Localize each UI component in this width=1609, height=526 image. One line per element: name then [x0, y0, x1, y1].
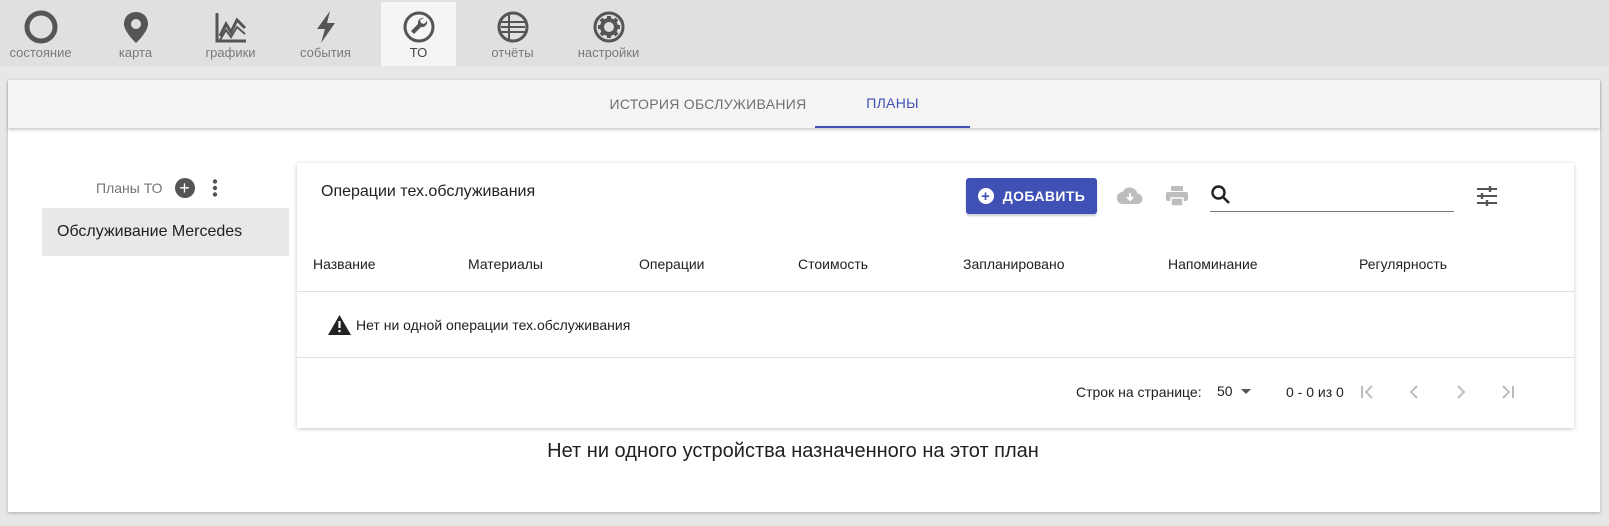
nav-tab-settings[interactable]: настройки — [568, 2, 649, 66]
first-page-icon — [1361, 385, 1373, 399]
no-devices-message: Нет ни одного устройства назначенного на… — [547, 440, 1039, 462]
nav-tab-events[interactable]: события — [285, 2, 366, 66]
plans-menu-button[interactable] — [203, 176, 227, 200]
chart-icon — [213, 9, 249, 45]
nav-tab-label: ТО — [409, 45, 428, 60]
chevron-left-icon — [1409, 385, 1418, 399]
pagination: Строк на странице: 50 0 - 0 из 0 — [297, 359, 1574, 428]
warning-icon — [328, 315, 351, 335]
prev-page-button[interactable] — [1401, 379, 1427, 405]
page-range: 0 - 0 из 0 — [1286, 384, 1344, 400]
rows-per-page-label: Строк на странице: — [1076, 384, 1202, 400]
nav-tab-maintenance[interactable]: ТО — [381, 2, 456, 66]
top-navigation: состояние карта графики события ТО отчёт… — [0, 0, 1609, 66]
operations-table-panel: Операции тех.обслуживания + ДОБАВИТЬ Наз… — [297, 163, 1574, 428]
add-plan-button[interactable]: + — [174, 178, 195, 198]
gear-icon — [591, 9, 627, 45]
print-icon — [1166, 186, 1188, 206]
wrench-icon — [401, 9, 437, 45]
add-button-label: ДОБАВИТЬ — [1002, 188, 1086, 204]
column-header-operations[interactable]: Операции — [639, 256, 705, 272]
first-page-button[interactable] — [1354, 379, 1380, 405]
plus-icon: + — [179, 178, 190, 198]
last-page-button[interactable] — [1495, 379, 1521, 405]
tune-icon — [1477, 186, 1497, 206]
search-icon — [1211, 184, 1230, 204]
nav-tab-label: настройки — [577, 45, 640, 60]
plan-item-mercedes[interactable]: Обслуживание Mercedes — [42, 208, 289, 256]
column-header-reminder[interactable]: Напоминание — [1168, 256, 1258, 272]
nav-tab-label: отчёты — [491, 45, 534, 60]
nav-tab-label: состояние — [9, 45, 72, 60]
nav-tab-charts[interactable]: графики — [190, 2, 271, 66]
report-icon — [495, 9, 531, 45]
nav-tab-reports[interactable]: отчёты — [472, 2, 553, 66]
nav-tab-label: события — [300, 45, 351, 60]
rows-per-page-select[interactable]: 50 — [1217, 383, 1251, 399]
main-card: ИСТОРИЯ ОБСЛУЖИВАНИЯ ПЛАНЫ Планы ТО + Об… — [8, 80, 1600, 512]
column-header-cost[interactable]: Стоимость — [798, 256, 868, 272]
add-circle-icon: + — [977, 188, 994, 204]
search-box — [1210, 178, 1454, 212]
column-header-name[interactable]: Название — [313, 256, 376, 272]
nav-tab-label: карта — [118, 45, 153, 60]
add-operation-button[interactable]: + ДОБАВИТЬ — [966, 178, 1097, 214]
cloud-download-icon — [1117, 187, 1143, 205]
nav-tab-label: графики — [205, 45, 256, 60]
lightning-icon — [308, 9, 344, 45]
tab-plans[interactable]: ПЛАНЫ — [815, 80, 970, 128]
nav-tab-status[interactable]: состояние — [0, 2, 81, 66]
download-button[interactable] — [1117, 183, 1143, 209]
more-vert-icon — [212, 179, 217, 197]
empty-message: Нет ни одной операции тех.обслуживания — [356, 317, 631, 333]
dropdown-arrow-icon — [1240, 388, 1251, 394]
column-settings-button[interactable] — [1474, 183, 1500, 209]
map-pin-icon — [118, 9, 154, 45]
tab-service-history[interactable]: ИСТОРИЯ ОБСЛУЖИВАНИЯ — [599, 80, 817, 128]
column-header-regularity[interactable]: Регулярность — [1359, 256, 1447, 272]
column-header-materials[interactable]: Материалы — [468, 256, 543, 272]
table-title: Операции тех.обслуживания — [321, 183, 536, 200]
chevron-right-icon — [1457, 385, 1466, 399]
column-header-scheduled[interactable]: Запланировано — [963, 256, 1065, 272]
print-button[interactable] — [1164, 183, 1190, 209]
subtab-bar: ИСТОРИЯ ОБСЛУЖИВАНИЯ ПЛАНЫ — [8, 80, 1600, 128]
plans-title: Планы ТО — [96, 180, 163, 196]
rows-per-page-value: 50 — [1217, 383, 1233, 399]
plans-header: Планы ТО + — [96, 175, 227, 201]
nav-tab-map[interactable]: карта — [95, 2, 176, 66]
status-circle-icon — [23, 9, 59, 45]
table-header: Название Материалы Операции Стоимость За… — [297, 238, 1574, 292]
search-input[interactable] — [1240, 186, 1440, 203]
next-page-button[interactable] — [1448, 379, 1474, 405]
empty-table-row: Нет ни одной операции тех.обслуживания — [297, 293, 1574, 358]
last-page-icon — [1502, 385, 1514, 399]
